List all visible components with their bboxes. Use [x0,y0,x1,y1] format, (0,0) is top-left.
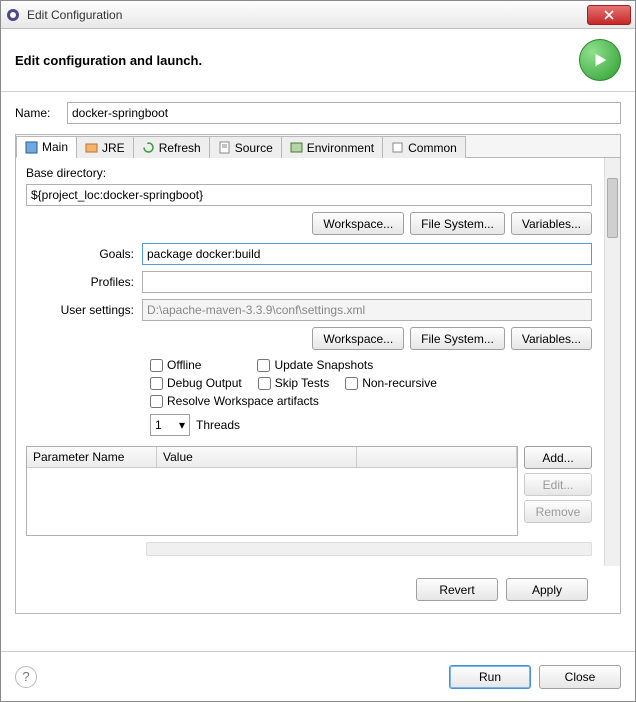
content-area: Name: Main JRE Refresh Sourc [1,92,635,624]
tab-main-panel: Base directory: Workspace... File System… [16,158,620,566]
run-button[interactable]: Run [449,665,531,689]
common-tab-icon [391,141,404,154]
parameters-table[interactable]: Parameter Name Value [26,446,518,536]
chevron-down-icon: ▾ [179,418,185,432]
tab-bar: Main JRE Refresh Source Environment [16,135,620,158]
user-settings-input[interactable] [142,299,592,321]
environment-tab-icon [290,141,303,154]
basedir-variables-button[interactable]: Variables... [511,212,592,235]
tab-main[interactable]: Main [16,136,77,158]
threads-label: Threads [196,418,240,432]
user-settings-label: User settings: [26,303,142,317]
close-icon[interactable] [587,5,631,25]
param-add-button[interactable]: Add... [524,446,592,469]
profiles-input[interactable] [142,271,592,293]
tab-label: Refresh [159,141,201,155]
base-directory-input[interactable] [26,184,592,206]
param-col-value: Value [157,447,357,467]
tab-jre[interactable]: JRE [76,136,134,158]
tab-environment[interactable]: Environment [281,136,383,158]
vertical-scrollbar[interactable] [604,158,620,566]
close-button[interactable]: Close [539,665,621,689]
non-recursive-checkbox[interactable]: Non-recursive [345,376,437,390]
param-col-name: Parameter Name [27,447,157,467]
base-directory-label: Base directory: [26,166,610,180]
debug-output-checkbox[interactable]: Debug Output [150,376,242,390]
basedir-workspace-button[interactable]: Workspace... [312,212,404,235]
tab-refresh[interactable]: Refresh [133,136,210,158]
tab-label: Environment [307,141,374,155]
goals-label: Goals: [26,247,142,261]
apply-button[interactable]: Apply [506,578,588,601]
name-input[interactable] [67,102,621,124]
param-remove-button[interactable]: Remove [524,500,592,523]
dialog-footer: ? Run Close [1,651,635,701]
threads-spinner[interactable]: 1 ▾ [150,414,190,436]
dialog-header: Edit configuration and launch. [1,29,635,92]
run-icon [579,39,621,81]
main-tab-icon [25,141,38,154]
tab-label: JRE [102,141,125,155]
tab-label: Common [408,141,457,155]
basedir-filesystem-button[interactable]: File System... [410,212,505,235]
profiles-label: Profiles: [26,275,142,289]
update-snapshots-checkbox[interactable]: Update Snapshots [257,358,373,372]
skip-tests-checkbox[interactable]: Skip Tests [258,376,329,390]
usersettings-variables-button[interactable]: Variables... [511,327,592,350]
tab-label: Source [235,141,273,155]
tab-label: Main [42,140,68,154]
edit-configuration-dialog: Edit Configuration Edit configuration an… [0,0,636,702]
revert-button[interactable]: Revert [416,578,498,601]
horizontal-scrollbar[interactable] [146,542,592,556]
goals-input[interactable] [142,243,592,265]
param-edit-button[interactable]: Edit... [524,473,592,496]
jre-tab-icon [85,141,98,154]
name-label: Name: [15,106,59,120]
tab-common[interactable]: Common [382,136,466,158]
usersettings-workspace-button[interactable]: Workspace... [312,327,404,350]
titlebar: Edit Configuration [1,1,635,29]
refresh-tab-icon [142,141,155,154]
eclipse-icon [5,7,21,23]
usersettings-filesystem-button[interactable]: File System... [410,327,505,350]
window-title: Edit Configuration [27,8,587,22]
header-title: Edit configuration and launch. [15,53,202,68]
resolve-workspace-checkbox[interactable]: Resolve Workspace artifacts [150,394,319,408]
tab-source[interactable]: Source [209,136,282,158]
offline-checkbox[interactable]: Offline [150,358,201,372]
tab-container: Main JRE Refresh Source Environment [15,134,621,614]
help-icon[interactable]: ? [15,666,37,688]
source-tab-icon [218,141,231,154]
